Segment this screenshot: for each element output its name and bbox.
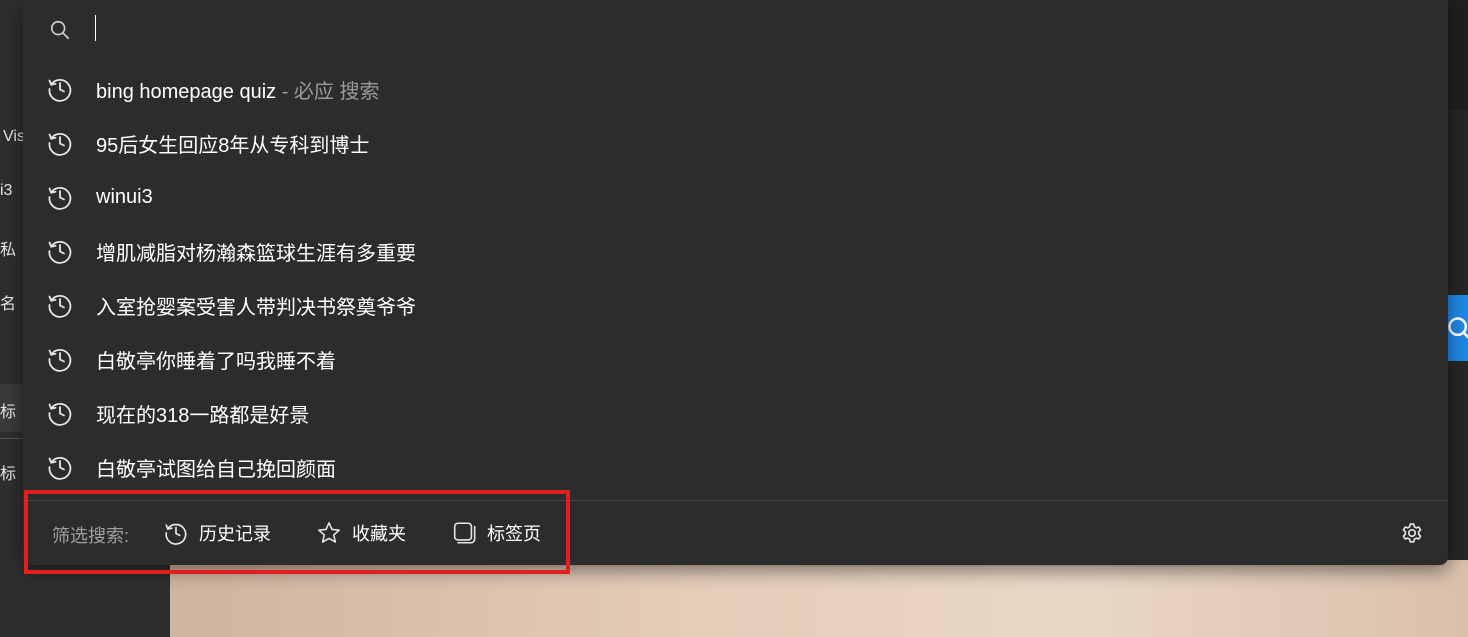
suggestion-text: bing homepage quiz - 必应 搜索 [96,80,380,103]
history-icon [48,456,72,480]
suggestion-text: 增肌减脂对杨瀚森篮球生涯有多重要 [96,242,416,265]
background-label: i3 [0,182,13,199]
tabs-icon [453,522,476,544]
suggestion-text: 现在的318一路都是好景 [96,404,310,427]
filter-favorites-label: 收藏夹 [352,524,406,544]
suggestion-source: - 必应 搜索 [276,80,380,103]
address-bar-dropdown: bing homepage quiz - 必应 搜索 95后女生回应8年从专科到… [23,0,1448,565]
search-input[interactable] [93,12,1393,46]
suggestion-text: 白敬亭你睡着了吗我睡不着 [96,350,336,373]
background-label: Vis [3,128,25,145]
gear-icon[interactable] [1399,520,1425,546]
background-photo [170,566,1468,637]
filter-history-button[interactable]: 历史记录 [163,515,271,551]
filter-tabs-button[interactable]: 标签页 [451,515,541,551]
suggestion-item[interactable]: 增肌减脂对杨瀚森篮球生涯有多重要 [23,224,1448,278]
history-icon [48,240,72,264]
history-icon [48,132,72,156]
filter-tabs-label: 标签页 [487,524,541,544]
background-label: 名 [0,296,17,313]
search-icon [1448,317,1468,339]
suggestion-item[interactable]: winui3 [23,170,1448,224]
suggestion-item[interactable]: 现在的318一路都是好景 [23,386,1448,440]
history-icon [48,78,72,102]
background-search-button[interactable] [1448,295,1468,361]
search-icon [50,20,70,40]
history-icon [48,402,72,426]
star-icon [317,521,341,543]
filter-label: 筛选搜索: [52,526,130,546]
search-filter-bar: 筛选搜索: 历史记录 收藏夹 标签页 [23,501,1448,565]
background-label: 私 [0,242,17,259]
suggestion-text: 入室抢婴案受害人带判决书祭奠爷爷 [96,296,416,319]
history-icon [48,186,72,210]
suggestion-list: bing homepage quiz - 必应 搜索 95后女生回应8年从专科到… [23,62,1448,494]
background-label: 标 [0,466,17,483]
history-icon [48,294,72,318]
suggestion-item[interactable]: 95后女生回应8年从专科到博士 [23,116,1448,170]
filter-history-label: 历史记录 [199,524,271,544]
suggestion-item[interactable]: 白敬亭你睡着了吗我睡不着 [23,332,1448,386]
text-caret [95,15,96,41]
search-row [23,0,1448,58]
background-label: 标 [0,404,17,421]
suggestion-text: 95后女生回应8年从专科到博士 [96,134,370,157]
history-icon [48,348,72,372]
background-divider [0,438,24,439]
suggestion-item[interactable]: 白敬亭试图给自己挽回颜面 [23,440,1448,494]
history-icon [165,523,187,545]
suggestion-item[interactable]: bing homepage quiz - 必应 搜索 [23,62,1448,116]
suggestion-item[interactable]: 入室抢婴案受害人带判决书祭奠爷爷 [23,278,1448,332]
suggestion-text: 白敬亭试图给自己挽回颜面 [96,458,336,481]
filter-favorites-button[interactable]: 收藏夹 [316,515,406,551]
suggestion-text: winui3 [96,185,153,208]
